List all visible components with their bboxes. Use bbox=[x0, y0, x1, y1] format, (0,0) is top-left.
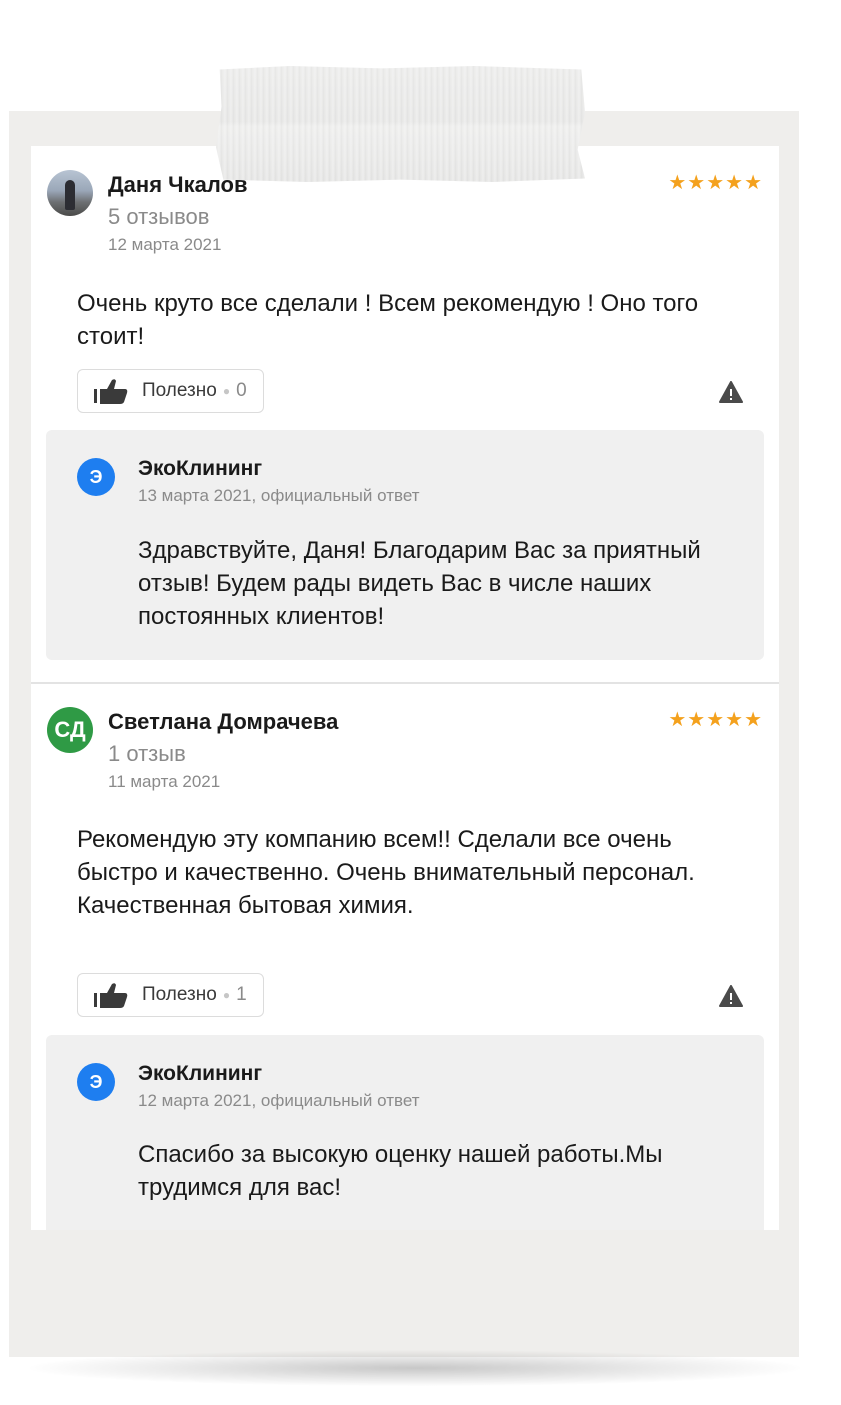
company-name[interactable]: ЭкоКлининг bbox=[138, 457, 262, 481]
paper-shadow bbox=[30, 1350, 800, 1386]
review-item: СД Светлана Домрачева 1 отзыв 11 марта 2… bbox=[31, 683, 779, 1230]
company-name[interactable]: ЭкоКлининг bbox=[138, 1062, 262, 1086]
helpful-label: Полезно bbox=[142, 380, 217, 401]
helpful-count: 1 bbox=[236, 984, 247, 1005]
warning-icon[interactable] bbox=[719, 985, 743, 1007]
helpful-button[interactable]: Полезно ● 1 bbox=[77, 973, 264, 1017]
reply-date: 13 марта 2021, официальный ответ bbox=[138, 486, 420, 505]
review-date: 12 марта 2021 bbox=[108, 235, 222, 254]
reply-text: Спасибо за высокую оценку нашей работы.М… bbox=[138, 1141, 663, 1201]
thumbs-up-icon bbox=[94, 379, 128, 404]
review-text: Рекомендую эту компанию всем!! Сделали в… bbox=[77, 826, 695, 919]
author-review-count: 5 отзывов bbox=[108, 204, 210, 229]
warning-icon[interactable] bbox=[719, 381, 743, 403]
company-reply: Э ЭкоКлининг 12 марта 2021, официальный … bbox=[46, 1035, 764, 1230]
separator-dot: ● bbox=[222, 988, 231, 1002]
helpful-count: 0 bbox=[236, 380, 247, 401]
company-logo: Э bbox=[77, 1063, 115, 1101]
reply-text: Здравствуйте, Даня! Благодарим Вас за пр… bbox=[138, 537, 701, 630]
avatar-figure bbox=[65, 180, 75, 210]
review-text: Очень круто все сделали ! Всем рекоменду… bbox=[77, 290, 699, 350]
star-rating: ★★★★★ bbox=[668, 172, 763, 194]
review-date: 11 марта 2021 bbox=[108, 772, 221, 791]
author-review-count: 1 отзыв bbox=[108, 741, 186, 766]
company-reply: Э ЭкоКлининг 13 марта 2021, официальный … bbox=[46, 430, 764, 660]
helpful-button[interactable]: Полезно ● 0 bbox=[77, 369, 264, 413]
reviews-card: Даня Чкалов 5 отзывов 12 марта 2021 ★★★★… bbox=[31, 146, 779, 1230]
company-logo: Э bbox=[77, 458, 115, 496]
tape-strip bbox=[216, 66, 585, 182]
separator-dot: ● bbox=[222, 384, 231, 398]
helpful-label: Полезно bbox=[142, 984, 217, 1005]
reply-date: 12 марта 2021, официальный ответ bbox=[138, 1091, 420, 1110]
review-author[interactable]: Светлана Домрачева bbox=[108, 709, 338, 735]
avatar[interactable] bbox=[47, 170, 93, 216]
thumbs-up-icon bbox=[94, 983, 128, 1008]
review-item: Даня Чкалов 5 отзывов 12 марта 2021 ★★★★… bbox=[31, 146, 779, 682]
avatar[interactable]: СД bbox=[47, 707, 93, 753]
star-rating: ★★★★★ bbox=[668, 709, 763, 731]
